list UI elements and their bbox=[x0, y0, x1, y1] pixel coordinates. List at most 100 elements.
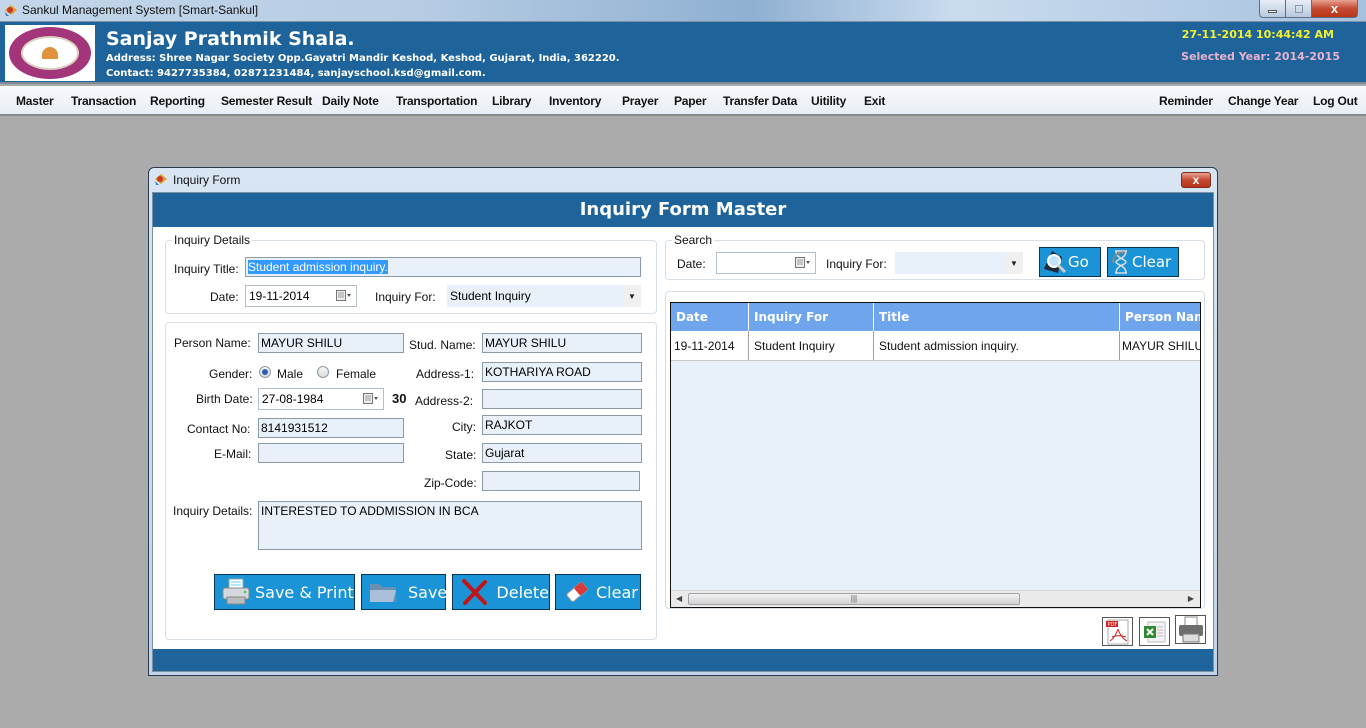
menu-semester-result[interactable]: Semester Result bbox=[221, 94, 312, 108]
excel-icon bbox=[1143, 621, 1165, 642]
calendar-dropdown-icon[interactable] bbox=[363, 393, 379, 405]
save-print-label: Save & Print bbox=[255, 582, 354, 602]
pdf-icon: PDF bbox=[1105, 619, 1128, 644]
scroll-left-icon[interactable]: ◀ bbox=[676, 594, 682, 603]
chevron-down-icon[interactable]: ▼ bbox=[1005, 252, 1023, 274]
col-person-name[interactable]: Person Name bbox=[1120, 303, 1200, 331]
menu-utility[interactable]: Uitility bbox=[811, 94, 846, 108]
city-input[interactable]: RAJKOT bbox=[482, 415, 642, 435]
col-date[interactable]: Date bbox=[671, 303, 749, 331]
gender-female-label[interactable]: Female bbox=[336, 367, 376, 381]
address2-input[interactable] bbox=[482, 389, 642, 409]
clear-button[interactable]: Clear bbox=[555, 574, 641, 610]
save-print-button[interactable]: Save & Print bbox=[214, 574, 355, 610]
gender-male-radio[interactable] bbox=[259, 366, 271, 378]
menu-reporting[interactable]: Reporting bbox=[150, 94, 205, 108]
gender-male-label[interactable]: Male bbox=[277, 367, 303, 381]
menu-reminder[interactable]: Reminder bbox=[1159, 94, 1213, 108]
search-clear-label: Clear bbox=[1132, 253, 1172, 271]
birth-date-picker[interactable]: 27-08-1984 bbox=[258, 388, 384, 410]
app-logo-icon bbox=[155, 174, 167, 185]
chevron-down-icon[interactable]: ▼ bbox=[623, 285, 641, 307]
menu-paper[interactable]: Paper bbox=[674, 94, 707, 108]
birth-date-value: 27-08-1984 bbox=[262, 392, 324, 406]
restore-button[interactable] bbox=[1286, 0, 1312, 18]
address1-input[interactable]: KOTHARIYA ROAD bbox=[482, 362, 642, 382]
contact-no-label: Contact No: bbox=[187, 422, 251, 436]
search-group: Search Date: Inquiry For: ▼ Go Clear bbox=[665, 233, 1205, 280]
menu-transaction[interactable]: Transaction bbox=[71, 94, 136, 108]
inquiry-form-body: Inquiry Form Master Inquiry Details Inqu… bbox=[152, 192, 1214, 672]
scroll-right-icon[interactable]: ▶ bbox=[1188, 594, 1194, 603]
search-go-button[interactable]: Go bbox=[1039, 247, 1101, 277]
inquiry-close-button[interactable]: x bbox=[1181, 172, 1211, 188]
inquiry-window-titlebar[interactable]: Inquiry Form x bbox=[149, 168, 1217, 192]
menu-log-out[interactable]: Log Out bbox=[1313, 94, 1358, 108]
inquiry-for-select[interactable]: Student Inquiry ▼ bbox=[447, 285, 641, 307]
app-logo-icon bbox=[5, 5, 17, 16]
state-label: State: bbox=[445, 448, 477, 462]
school-logo bbox=[5, 25, 95, 81]
inquiry-details-legend: Inquiry Details bbox=[172, 233, 253, 247]
stud-name-label: Stud. Name: bbox=[409, 338, 476, 352]
stud-name-input[interactable]: MAYUR SHILU bbox=[482, 333, 642, 353]
search-date-label: Date: bbox=[677, 257, 706, 271]
export-pdf-button[interactable]: PDF bbox=[1102, 617, 1133, 646]
app-header: Sanjay Prathmik Shala. Address: Shree Na… bbox=[0, 22, 1366, 84]
search-clear-button[interactable]: Clear bbox=[1107, 247, 1179, 277]
delete-button[interactable]: Delete bbox=[452, 574, 550, 610]
form-title: Inquiry Form Master bbox=[153, 193, 1213, 227]
grid-horizontal-scrollbar[interactable]: ◀ ||| ▶ bbox=[671, 590, 1200, 607]
menu-daily-note[interactable]: Daily Note bbox=[322, 94, 379, 108]
inquiry-date-value: 19-11-2014 bbox=[249, 289, 310, 303]
printer-icon bbox=[1178, 616, 1203, 642]
menu-exit[interactable]: Exit bbox=[864, 94, 885, 108]
printer-icon bbox=[221, 578, 251, 606]
save-button[interactable]: Save bbox=[361, 574, 447, 610]
cell-person-name: MAYUR SHILU bbox=[1120, 331, 1200, 360]
table-row[interactable]: 19-11-2014 Student Inquiry Student admis… bbox=[671, 331, 1200, 361]
magnifier-icon bbox=[1042, 248, 1068, 276]
print-button[interactable] bbox=[1175, 615, 1206, 644]
email-input[interactable] bbox=[258, 443, 404, 463]
col-title[interactable]: Title bbox=[874, 303, 1120, 331]
minimize-icon bbox=[1268, 10, 1277, 13]
state-input[interactable]: Gujarat bbox=[482, 443, 642, 463]
inquiry-details-label: Inquiry Details: bbox=[173, 504, 253, 518]
menu-inventory[interactable]: Inventory bbox=[549, 94, 601, 108]
current-datetime: 27-11-2014 10:44:42 AM bbox=[1181, 28, 1334, 41]
scroll-thumb[interactable]: ||| bbox=[688, 593, 1020, 605]
minimize-button[interactable] bbox=[1259, 0, 1286, 18]
gender-female-radio[interactable] bbox=[317, 366, 329, 378]
inquiry-window-title: Inquiry Form bbox=[173, 173, 241, 187]
calendar-dropdown-icon[interactable] bbox=[795, 257, 811, 269]
close-button[interactable]: x bbox=[1312, 0, 1358, 18]
calendar-dropdown-icon[interactable] bbox=[336, 290, 352, 302]
zip-code-label: Zip-Code: bbox=[424, 476, 477, 490]
address2-label: Address-2: bbox=[415, 394, 474, 408]
inquiry-details-textarea[interactable]: INTERESTED TO ADDMISSION IN BCA bbox=[258, 501, 642, 550]
eraser-icon bbox=[562, 578, 592, 606]
col-inquiry-for[interactable]: Inquiry For bbox=[749, 303, 874, 331]
contact-no-input[interactable]: 8141931512 bbox=[258, 418, 404, 438]
inquiry-for-label: Inquiry For: bbox=[375, 290, 436, 304]
person-details-group: Person Name: MAYUR SHILU Stud. Name: MAY… bbox=[165, 322, 657, 640]
search-inquiry-for-select[interactable]: ▼ bbox=[895, 252, 1023, 274]
menu-prayer[interactable]: Prayer bbox=[622, 94, 658, 108]
menu-master[interactable]: Master bbox=[16, 94, 54, 108]
inquiry-title-input[interactable]: Student admission inquiry. bbox=[245, 257, 641, 277]
search-date-picker[interactable] bbox=[716, 252, 816, 274]
menu-change-year[interactable]: Change Year bbox=[1228, 94, 1298, 108]
school-name: Sanjay Prathmik Shala. bbox=[106, 28, 355, 50]
delete-x-icon bbox=[459, 578, 488, 606]
menu-transfer-data[interactable]: Transfer Data bbox=[723, 94, 797, 108]
search-go-label: Go bbox=[1068, 253, 1089, 271]
cell-date: 19-11-2014 bbox=[671, 331, 749, 360]
person-name-input[interactable]: MAYUR SHILU bbox=[258, 333, 404, 353]
menu-library[interactable]: Library bbox=[492, 94, 531, 108]
inquiry-details-group: Inquiry Details Inquiry Title: Student a… bbox=[165, 233, 657, 314]
export-excel-button[interactable] bbox=[1139, 617, 1170, 646]
menu-transportation[interactable]: Transportation bbox=[396, 94, 477, 108]
zip-code-input[interactable] bbox=[482, 471, 640, 491]
inquiry-date-picker[interactable]: 19-11-2014 bbox=[245, 285, 357, 307]
